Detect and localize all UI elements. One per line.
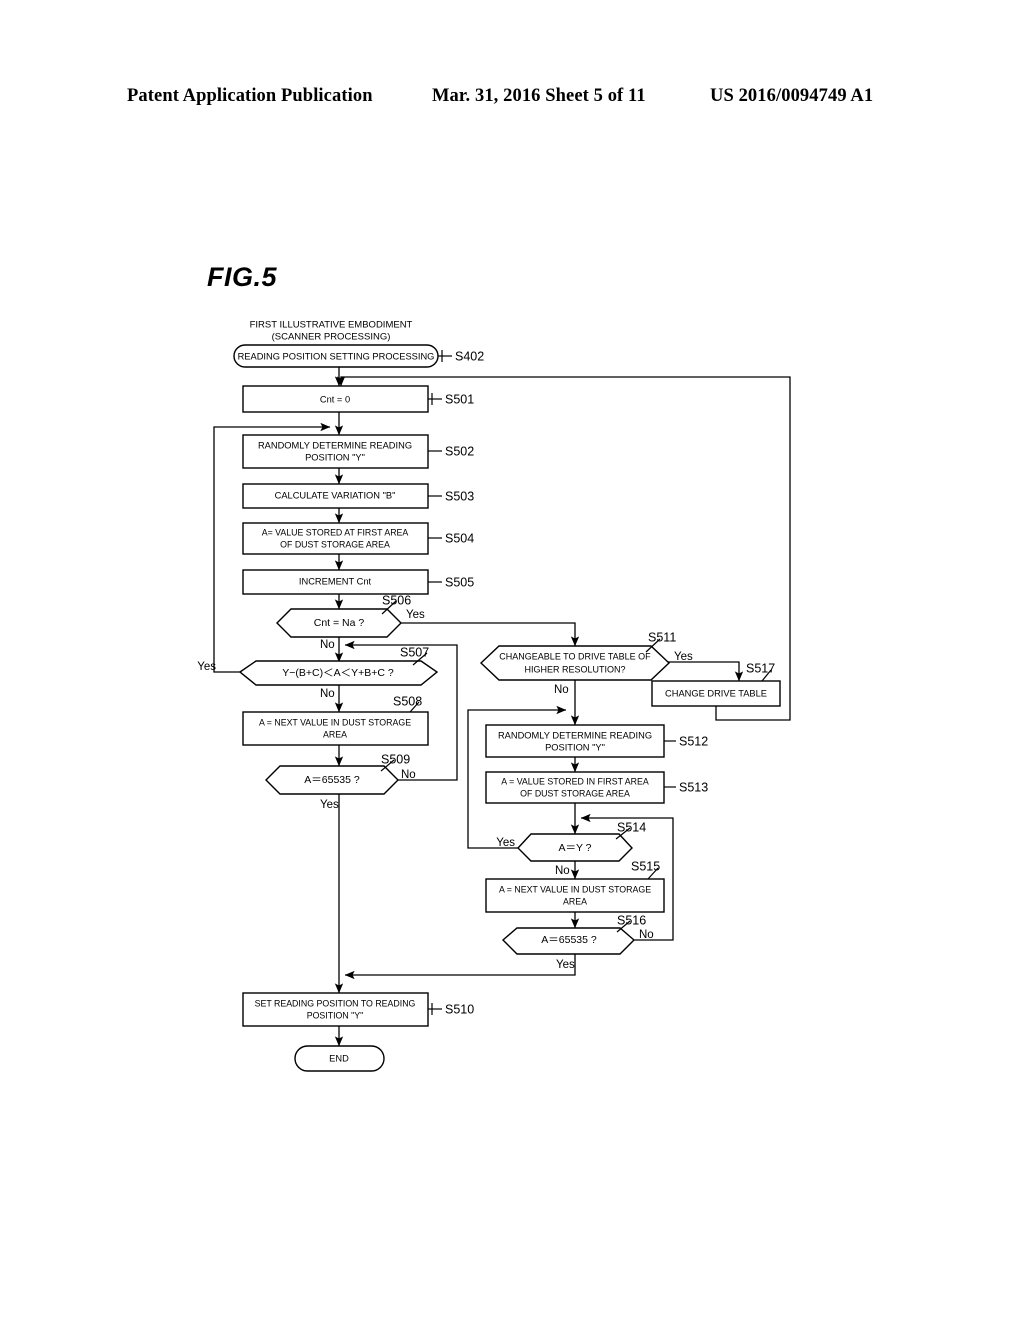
node-s501[interactable]: Cnt = 0 S501 <box>242 385 474 413</box>
s512-label-line2: POSITION "Y" <box>545 742 605 752</box>
s502-label-line2: POSITION "Y" <box>305 452 365 462</box>
s515-label-line2: AREA <box>563 896 587 906</box>
s513-label-line2: OF DUST STORAGE AREA <box>520 788 630 798</box>
s516-yes-label: Yes <box>556 959 575 971</box>
edge-s516yes-s510 <box>344 954 576 980</box>
s509-label: A＝65535 ? <box>304 774 360 786</box>
node-s506[interactable]: Cnt = Na ? S506 Yes No <box>276 593 425 651</box>
end-label: END <box>329 1053 349 1063</box>
s514-no-label: No <box>555 865 570 877</box>
s510-label-line1: SET READING POSITION TO READING <box>255 998 416 1008</box>
s514-label: A＝Y ? <box>558 842 591 854</box>
s508-label-line2: AREA <box>323 729 347 739</box>
s517-step-id: S517 <box>746 661 775 675</box>
node-s507[interactable]: Y−(B+C)＜A＜Y+B+C ? S507 Yes No <box>197 645 439 700</box>
s506-label: Cnt = Na ? <box>314 617 365 629</box>
s511-yes-label: Yes <box>674 651 693 663</box>
s503-step-id: S503 <box>445 489 474 503</box>
s402-label: READING POSITION SETTING PROCESSING <box>238 351 435 361</box>
s502-step-id: S502 <box>445 444 474 458</box>
s509-no-label: No <box>401 769 416 781</box>
s508-label-line1: A = NEXT VALUE IN DUST STORAGE <box>259 717 411 727</box>
s402-step-id: S402 <box>455 349 484 363</box>
s510-step-id: S510 <box>445 1002 474 1016</box>
s508-step-id: S508 <box>393 694 422 708</box>
s514-yes-label: Yes <box>496 837 515 849</box>
caption-line-1: FIRST ILLUSTRATIVE EMBODIMENT <box>250 320 413 331</box>
s504-label-line1: A= VALUE STORED AT FIRST AREA <box>262 527 409 537</box>
node-s517[interactable]: CHANGE DRIVE TABLE S517 <box>651 661 781 707</box>
s501-step-id: S501 <box>445 392 474 406</box>
node-s516[interactable]: A＝65535 ? S516 No Yes <box>501 913 654 971</box>
node-s509[interactable]: A＝65535 ? S509 No Yes <box>265 752 416 811</box>
s515-label-line1: A = NEXT VALUE IN DUST STORAGE <box>499 884 651 894</box>
s513-label-line1: A = VALUE STORED IN FIRST AREA <box>501 776 649 786</box>
s515-step-id: S515 <box>631 859 660 873</box>
node-s402[interactable]: READING POSITION SETTING PROCESSING S402 <box>233 344 484 368</box>
s507-step-id: S507 <box>400 645 429 659</box>
s505-label: INCREMENT Cnt <box>299 576 372 586</box>
s507-label: Y−(B+C)＜A＜Y+B+C ? <box>282 667 394 679</box>
s513-step-id: S513 <box>679 780 708 794</box>
caption-line-2: (SCANNER PROCESSING) <box>272 332 391 343</box>
s502-label-line1: RANDOMLY DETERMINE READING <box>258 440 412 450</box>
node-s505[interactable]: INCREMENT Cnt S505 <box>242 569 474 595</box>
edge-s506yes-s511 <box>398 622 580 647</box>
node-s513[interactable]: A = VALUE STORED IN FIRST AREA OF DUST S… <box>485 771 708 804</box>
node-end[interactable]: END <box>294 1045 385 1072</box>
s511-step-id: S511 <box>648 630 676 644</box>
node-s502[interactable]: RANDOMLY DETERMINE READING POSITION "Y" … <box>242 434 474 469</box>
s510-label-line2: POSITION "Y" <box>307 1010 364 1020</box>
s507-yes-label: Yes <box>197 661 216 673</box>
s504-label-line2: OF DUST STORAGE AREA <box>280 539 390 549</box>
s509-yes-label: Yes <box>320 799 339 811</box>
figure-caption: FIRST ILLUSTRATIVE EMBODIMENT (SCANNER P… <box>250 320 413 343</box>
node-s504[interactable]: A= VALUE STORED AT FIRST AREA OF DUST ST… <box>242 522 474 555</box>
s506-yes-label: Yes <box>406 609 425 621</box>
s504-step-id: S504 <box>445 531 474 545</box>
s506-no-label: No <box>320 639 335 651</box>
node-s510[interactable]: SET READING POSITION TO READING POSITION… <box>242 992 474 1027</box>
s501-label: Cnt = 0 <box>320 394 350 404</box>
node-s503[interactable]: CALCULATE VARIATION "B" S503 <box>242 483 474 509</box>
s516-no-label: No <box>639 929 654 941</box>
s506-step-id: S506 <box>382 593 411 607</box>
s511-no-label: No <box>554 684 569 696</box>
s511-label-line2: HIGHER RESOLUTION? <box>524 664 625 674</box>
s509-step-id: S509 <box>381 752 410 766</box>
s516-step-id: S516 <box>617 913 646 927</box>
s507-no-label: No <box>320 688 335 700</box>
s516-label: A＝65535 ? <box>541 934 597 946</box>
s512-label-line1: RANDOMLY DETERMINE READING <box>498 730 652 740</box>
node-s512[interactable]: RANDOMLY DETERMINE READING POSITION "Y" … <box>485 724 708 758</box>
s505-step-id: S505 <box>445 575 474 589</box>
s512-step-id: S512 <box>679 734 708 748</box>
node-s508[interactable]: A = NEXT VALUE IN DUST STORAGE AREA S508 <box>242 694 429 746</box>
s514-step-id: S514 <box>617 820 646 834</box>
patent-page: Patent Application Publication Mar. 31, … <box>0 0 1024 1320</box>
flowchart-diagram: FIRST ILLUSTRATIVE EMBODIMENT (SCANNER P… <box>197 320 791 1072</box>
node-s514[interactable]: A＝Y ? S514 Yes No <box>496 820 646 877</box>
s511-label-line1: CHANGEABLE TO DRIVE TABLE OF <box>499 651 651 661</box>
s503-label: CALCULATE VARIATION "B" <box>275 490 396 500</box>
s517-label: CHANGE DRIVE TABLE <box>665 688 767 698</box>
